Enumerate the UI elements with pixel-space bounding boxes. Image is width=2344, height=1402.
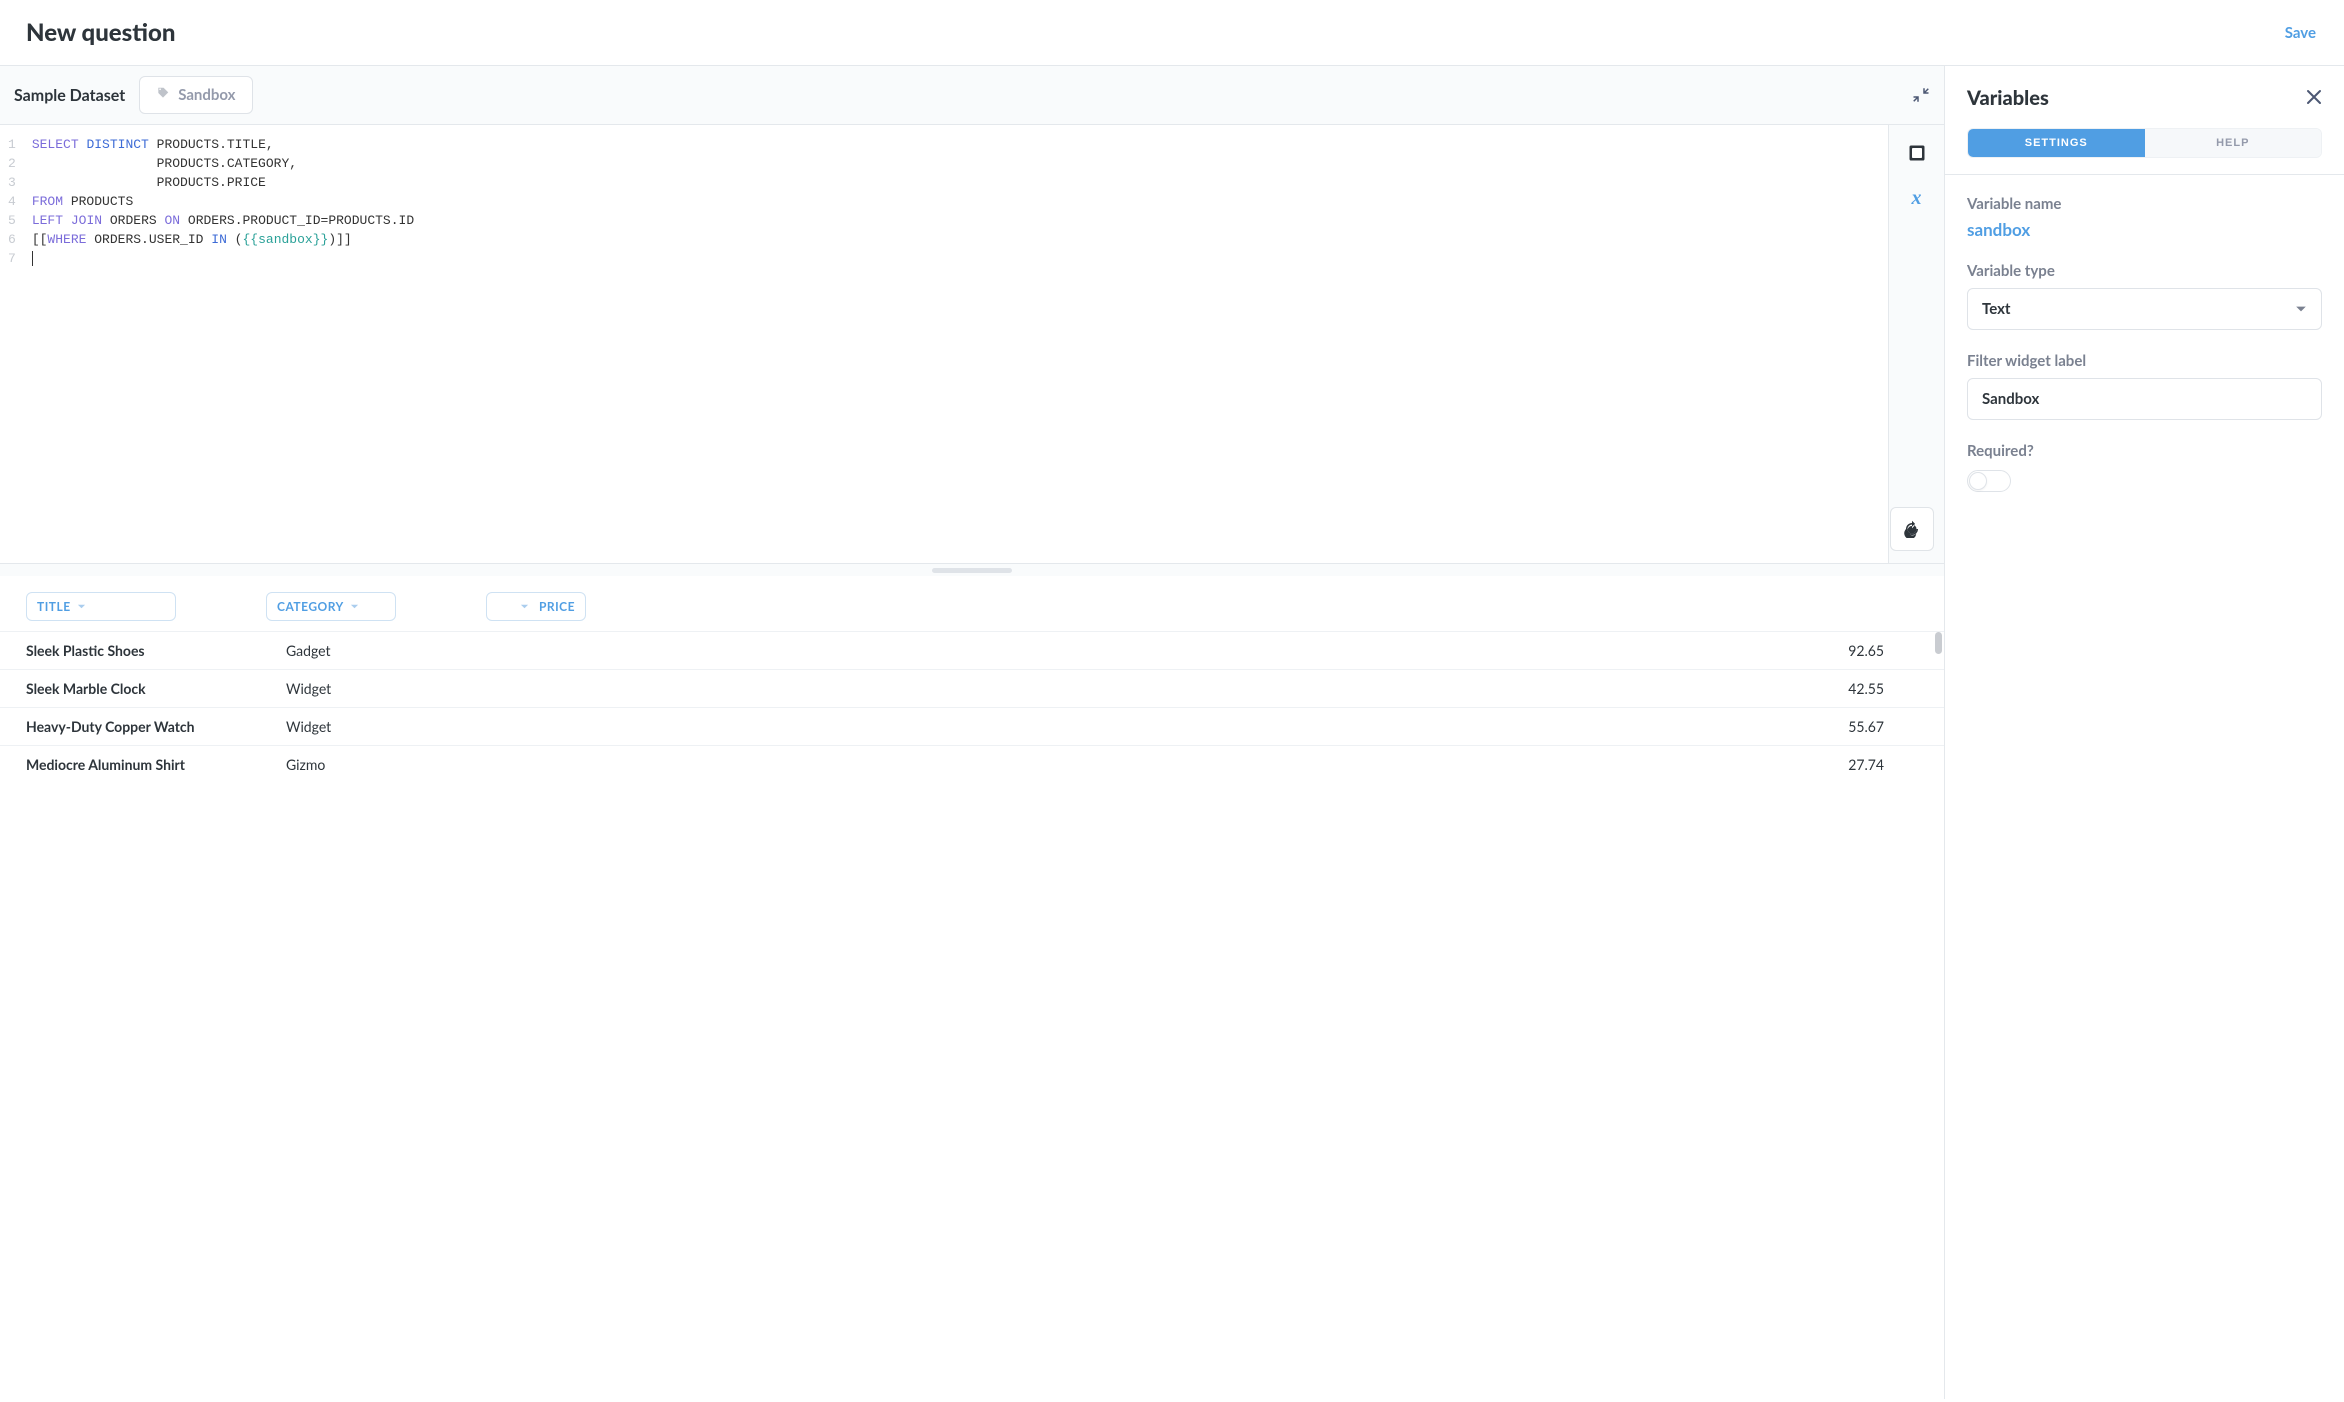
cell-category: Gadget [260, 632, 1784, 670]
chevron-down-icon [520, 602, 529, 611]
tag-icon [156, 86, 170, 104]
table-row[interactable]: Sleek Plastic ShoesGadget92.65 [0, 632, 1944, 670]
column-header-label: TITLE [37, 599, 71, 614]
variable-type-select[interactable]: Text [1967, 288, 2322, 330]
results-panel: TITLE CATEGORY PRICE Sleek Plastic Shoes… [0, 576, 1944, 1399]
run-query-button[interactable] [1890, 507, 1934, 551]
cell-price: 42.55 [1784, 670, 1944, 708]
filter-pill-label: Sandbox [178, 86, 235, 104]
line-number-gutter: 1234567 [0, 125, 26, 563]
close-icon [2306, 89, 2322, 105]
table-row[interactable]: Heavy-Duty Copper WatchWidget55.67 [0, 708, 1944, 746]
chevron-down-icon [77, 602, 86, 611]
data-reference-icon[interactable] [1907, 143, 1927, 163]
variable-name-value: sandbox [1967, 219, 2322, 240]
filter-widget-label-label: Filter widget label [1967, 352, 2322, 370]
database-selector[interactable]: Sample Dataset [14, 86, 125, 105]
panel-tabs: SETTINGS HELP [1967, 128, 2322, 158]
results-table: Sleek Plastic ShoesGadget92.65Sleek Marb… [0, 631, 1944, 783]
column-header-price[interactable]: PRICE [486, 592, 586, 621]
select-value: Text [1982, 300, 2011, 318]
variables-icon[interactable]: x [1912, 187, 1922, 210]
toggle-knob [1969, 472, 1987, 490]
cell-price: 55.67 [1784, 708, 1944, 746]
scrollbar-thumb[interactable] [1935, 632, 1942, 654]
variable-type-label: Variable type [1967, 262, 2322, 280]
tab-help[interactable]: HELP [2145, 129, 2322, 157]
table-row[interactable]: Mediocre Aluminum ShirtGizmo27.74 [0, 746, 1944, 784]
close-panel-button[interactable] [2306, 89, 2322, 108]
resize-handle[interactable] [0, 564, 1944, 576]
filter-pill-sandbox[interactable]: Sandbox [139, 76, 252, 114]
cell-category: Widget [260, 708, 1784, 746]
required-label: Required? [1967, 442, 2322, 460]
page-title: New question [26, 18, 175, 47]
sql-code[interactable]: SELECT DISTINCT PRODUCTS.TITLE, PRODUCTS… [26, 125, 424, 563]
column-header-label: CATEGORY [277, 599, 344, 614]
cell-price: 92.65 [1784, 632, 1944, 670]
collapse-editor-icon[interactable] [1912, 86, 1930, 104]
cell-title: Heavy-Duty Copper Watch [0, 708, 260, 746]
column-header-label: PRICE [539, 599, 575, 614]
cell-title: Sleek Plastic Shoes [0, 632, 260, 670]
cell-category: Gizmo [260, 746, 1784, 784]
save-button[interactable]: Save [2285, 24, 2316, 42]
tab-settings[interactable]: SETTINGS [1968, 129, 2145, 157]
sql-editor[interactable]: 1234567 SELECT DISTINCT PRODUCTS.TITLE, … [0, 125, 1888, 563]
filter-widget-label-input[interactable]: Sandbox [1967, 378, 2322, 420]
panel-title: Variables [1967, 86, 2049, 110]
chevron-down-icon [2295, 303, 2307, 315]
cell-category: Widget [260, 670, 1784, 708]
required-toggle[interactable] [1967, 470, 2011, 492]
variable-name-label: Variable name [1967, 195, 2322, 213]
cell-price: 27.74 [1784, 746, 1944, 784]
cell-title: Sleek Marble Clock [0, 670, 260, 708]
cell-title: Mediocre Aluminum Shirt [0, 746, 260, 784]
chevron-down-icon [350, 602, 359, 611]
input-value: Sandbox [1982, 390, 2039, 408]
column-header-category[interactable]: CATEGORY [266, 592, 396, 621]
table-row[interactable]: Sleek Marble ClockWidget42.55 [0, 670, 1944, 708]
column-header-title[interactable]: TITLE [26, 592, 176, 621]
